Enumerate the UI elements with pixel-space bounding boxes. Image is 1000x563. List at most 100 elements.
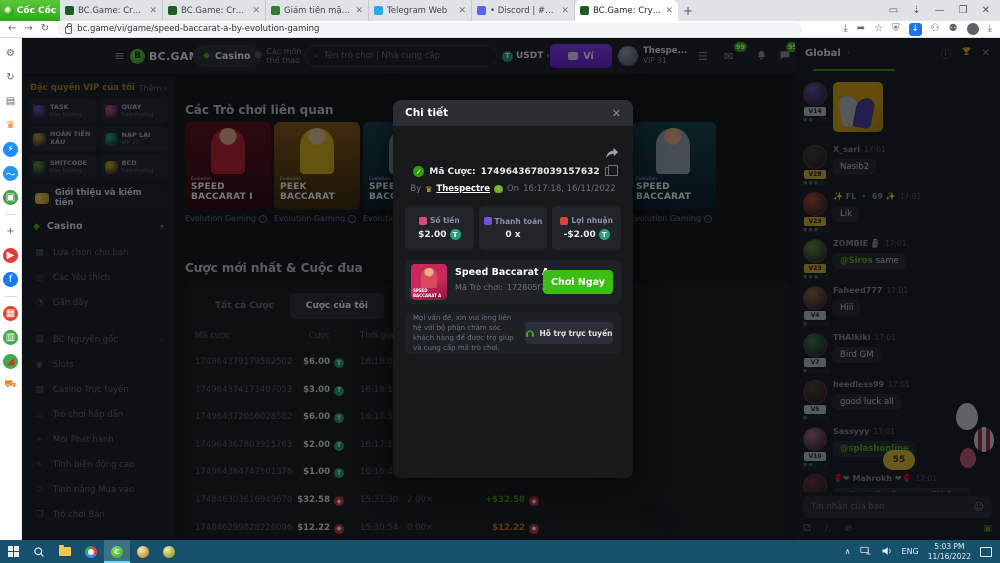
chat-mention[interactable]: @Siros	[840, 256, 876, 266]
tray-clock[interactable]: 5:03 PM11/16/2022	[928, 542, 971, 561]
game-card[interactable]: EvolutionSPEED BACCARAT I	[185, 122, 271, 210]
sidebar-item-favorites[interactable]: ◎Các Yêu thích	[29, 265, 168, 290]
chrome-icon[interactable]	[78, 540, 104, 563]
settings-icon[interactable]: ⚙	[3, 46, 18, 61]
browser-tab[interactable]: • Discord | #🏆show-off-you✕	[472, 0, 575, 21]
chat-channel-label[interactable]: Global	[805, 48, 841, 59]
quick-menu-icon[interactable]: ☰	[698, 50, 708, 63]
taskbar-search-icon[interactable]	[26, 540, 52, 563]
browser-tab[interactable]: Giảm tiền mặt theo tiền hóa✕	[266, 0, 369, 21]
reading-list-icon[interactable]: ▤	[3, 94, 18, 109]
sidebar-item-table-games[interactable]: ❒Trò chơi Bàn	[29, 502, 168, 527]
chat-username[interactable]: ✨ FL 🔹 69 ✨17:01	[833, 192, 992, 201]
cart-icon[interactable]: ⛟	[3, 378, 18, 393]
chat-username[interactable]: ZOMBIE 🗿17:01	[833, 239, 992, 248]
chat-rules-icon[interactable]: ⊘	[845, 524, 853, 534]
vip-more-link[interactable]: Thêm ›	[139, 84, 167, 93]
browser-tab[interactable]: BC.Game: Crypto Casino Gan✕	[575, 0, 678, 21]
vip-card[interactable]: HOÀN TIỀN XẤU	[29, 127, 97, 151]
sidebar-item-live-casino[interactable]: ▤Casino Trực tuyến	[29, 377, 168, 402]
youtube-icon[interactable]: ▶	[3, 248, 18, 263]
tray-expand-icon[interactable]: ∧	[845, 547, 851, 556]
red-app-icon[interactable]: ▦	[3, 306, 18, 321]
sidebar-item-feature-buyin[interactable]: ✩Tính năng Mua vào	[29, 477, 168, 502]
app-icon-2[interactable]	[156, 540, 182, 563]
play-now-button[interactable]: Chơi Ngay	[543, 270, 613, 294]
tab-sports[interactable]: ⊕ Các môn thể thao	[254, 47, 304, 65]
game-card[interactable]: EvolutionPEEK BACCARAT	[274, 122, 360, 210]
vip-card[interactable]: QUAYVận thưởng	[101, 99, 169, 123]
hamburger-icon[interactable]: ≡	[114, 49, 125, 64]
history-icon[interactable]: ↻	[3, 70, 18, 85]
modal-close-icon[interactable]: ✕	[612, 107, 621, 120]
vip-crown-icon[interactable]: ♛	[3, 118, 18, 133]
tray-network-icon[interactable]	[860, 546, 872, 558]
copy-icon[interactable]	[605, 167, 613, 176]
share-bet-icon[interactable]	[605, 144, 619, 163]
sidebar-item-bc-originals[interactable]: ⚄BC Nguyên gốc›	[29, 327, 168, 352]
tab-close-icon[interactable]: ✕	[355, 6, 363, 16]
sidebar-item-volatility[interactable]: ∿Tính biến động cao	[29, 452, 168, 477]
browser-avatar[interactable]	[967, 23, 979, 35]
chat-close-icon[interactable]: ✕	[982, 48, 990, 59]
save-page-icon[interactable]: ⤓	[843, 24, 847, 34]
mail-icon[interactable]: ✉	[724, 50, 733, 63]
table-row[interactable]: 174846299828226096$12.22◆15:30:540.00×$1…	[185, 523, 790, 537]
messenger-icon[interactable]: ⚡	[3, 142, 18, 157]
trophy-icon[interactable]	[961, 46, 972, 60]
tab-close-icon[interactable]: ✕	[458, 6, 466, 16]
coccoc-taskbar-icon[interactable]: C	[104, 540, 130, 563]
tray-language[interactable]: ENG	[902, 547, 919, 556]
sidebar-item-hot-games[interactable]: ♨Trò chơi hấp dẫn	[29, 402, 168, 427]
close-button[interactable]: ✕	[982, 5, 990, 16]
game-search-input[interactable]: ⌕ Tên trò chơi | Nhà cung cấp	[305, 45, 497, 67]
currency-selector[interactable]: T USDT ▾	[502, 51, 550, 62]
adblock-shield-icon[interactable]: ⛨	[892, 24, 900, 34]
tab-search-icon[interactable]: ⇣	[912, 6, 920, 16]
maximize-button[interactable]: ❐	[959, 5, 968, 16]
chat-gif-icon[interactable]: ▣	[983, 524, 992, 534]
wallet-button[interactable]: Ví	[550, 44, 612, 68]
table-row[interactable]: 174846303616949670$32.58◆15:31:302.00×+$…	[185, 495, 790, 509]
tray-volume-icon[interactable]	[881, 546, 893, 558]
chat-username[interactable]: heedless9917:01	[833, 380, 992, 389]
facebook-icon[interactable]: f	[3, 272, 18, 287]
side-panel-icon[interactable]: ▭	[889, 6, 898, 16]
browser-tab[interactable]: BC.Game: Crypto Casino Gan✕	[60, 0, 163, 21]
tab-close-icon[interactable]: ✕	[561, 6, 569, 16]
file-explorer-icon[interactable]	[52, 540, 78, 563]
add-shortcut-icon[interactable]: +	[3, 224, 18, 239]
app-icon-1[interactable]	[130, 540, 156, 563]
tab-close-icon[interactable]: ✕	[665, 6, 673, 16]
blue-app-icon[interactable]: 〜	[3, 166, 18, 181]
games-icon[interactable]: ▣	[3, 190, 18, 205]
vip-card[interactable]: NẠP LẠIVIP 22	[101, 127, 169, 151]
info-icon[interactable]: ⓘ	[941, 46, 951, 61]
live-support-button[interactable]: Hỗ trợ trực tuyến	[525, 322, 613, 344]
chat-username[interactable]: THAIkiki17:01	[833, 333, 992, 342]
player-name[interactable]: Thespectre	[436, 184, 490, 194]
bets-tab[interactable]: Tất cả Cược	[199, 293, 290, 319]
profile-icon[interactable]: ⚉	[949, 24, 958, 34]
chat-username[interactable]: 🌹❤ Mahrokh ❤🌹17:01	[833, 474, 992, 483]
bets-tab[interactable]: Cược của tôi	[290, 293, 384, 319]
address-bar[interactable]: bc.game/vi/game/speed-baccarat-a-by-evol…	[57, 23, 802, 36]
new-tab-button[interactable]: +	[678, 4, 698, 18]
bell-icon[interactable]	[756, 49, 767, 64]
minimize-button[interactable]: —	[935, 5, 945, 16]
green-app-icon[interactable]: ▥	[3, 330, 18, 345]
sidebar-item-for-you[interactable]: ▦Lựa chọn cho bạn	[29, 240, 168, 265]
browser-tab[interactable]: BC.Game: Crypto Casino Gan✕	[163, 0, 266, 21]
forward-icon[interactable]: →	[24, 24, 32, 34]
chat-mention[interactable]: @Futtt Bucket	[840, 491, 911, 492]
reload-icon[interactable]: ↻	[41, 24, 49, 34]
vip-card[interactable]: SHITCODEVận thưởng	[29, 155, 97, 179]
share-icon[interactable]: ➦	[857, 24, 865, 34]
sidebar-item-slots[interactable]: ◉Slots	[29, 352, 168, 377]
chat-username[interactable]: Faheed77717:01	[833, 286, 992, 295]
chat-username[interactable]: X_sari17:01	[833, 145, 992, 154]
sidebar-item-new-releases[interactable]: ➣Mới Phát hành	[29, 427, 168, 452]
sidebar-item-recent[interactable]: ◔Gần đây	[29, 290, 168, 315]
user-profile[interactable]: Thespe... VIP 31	[618, 46, 687, 66]
coccoc-menu-button[interactable]: Cốc Cốc	[0, 0, 60, 21]
